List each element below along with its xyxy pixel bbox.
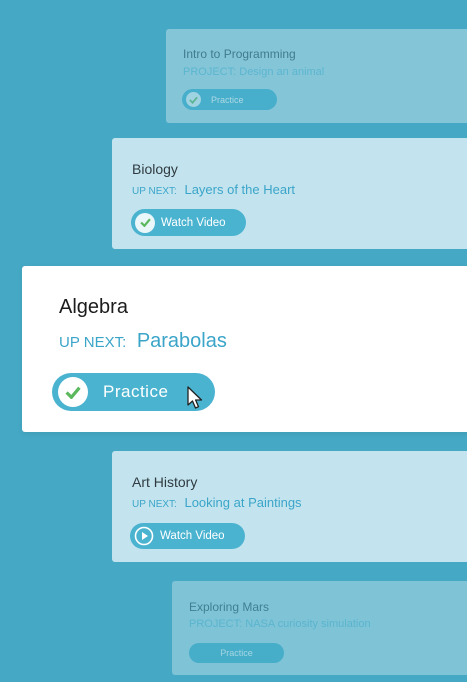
up-next: PROJECT: NASA curiosity simulation [189,618,371,630]
up-next-title[interactable]: Design an animal [239,66,324,78]
up-next-title[interactable]: Layers of the Heart [184,182,295,197]
course-card-algebra[interactable]: Algebra UP NEXT: Parabolas Practice [22,266,467,432]
up-next-label: PROJECT: [183,66,237,78]
course-card-exploring-mars[interactable]: Exploring Mars PROJECT: NASA curiosity s… [172,581,467,675]
up-next-title[interactable]: NASA curiosity simulation [245,618,370,630]
course-title: Biology [132,161,178,177]
button-label: Watch Video [160,530,225,542]
course-card-intro-to-programming[interactable]: Intro to Programming PROJECT: Design an … [166,29,467,123]
course-title: Intro to Programming [183,47,296,61]
up-next-title[interactable]: Parabolas [137,330,227,352]
up-next: UP NEXT: Parabolas [59,330,227,353]
button-label: Practice [220,648,253,658]
watch-video-button[interactable]: Watch Video [130,523,245,549]
button-label: Practice [103,382,169,401]
course-card-biology[interactable]: Biology UP NEXT: Layers of the Heart Wat… [112,138,467,249]
up-next-label: UP NEXT: [59,334,127,351]
up-next-label: PROJECT: [189,618,243,630]
up-next-label: UP NEXT: [132,499,177,510]
up-next-label: UP NEXT: [132,186,177,197]
practice-button[interactable]: Practice [189,643,284,663]
practice-button[interactable]: Practice [182,89,277,110]
course-title: Art History [132,474,198,490]
up-next: UP NEXT: Layers of the Heart [132,182,295,197]
up-next: PROJECT: Design an animal [183,66,324,78]
course-title: Exploring Mars [189,600,270,614]
watch-video-button[interactable]: Watch Video [131,209,246,236]
button-label: Practice [211,94,244,105]
button-label: Watch Video [161,216,226,229]
mouse-cursor-icon [187,386,203,409]
play-icon [134,526,154,546]
course-card-art-history[interactable]: Art History UP NEXT: Looking at Painting… [112,451,467,562]
check-icon [135,212,155,233]
up-next-title[interactable]: Looking at Paintings [184,495,301,510]
up-next: UP NEXT: Looking at Paintings [132,495,302,510]
check-icon [58,377,88,407]
course-title: Algebra [59,296,128,318]
check-icon [186,92,201,107]
